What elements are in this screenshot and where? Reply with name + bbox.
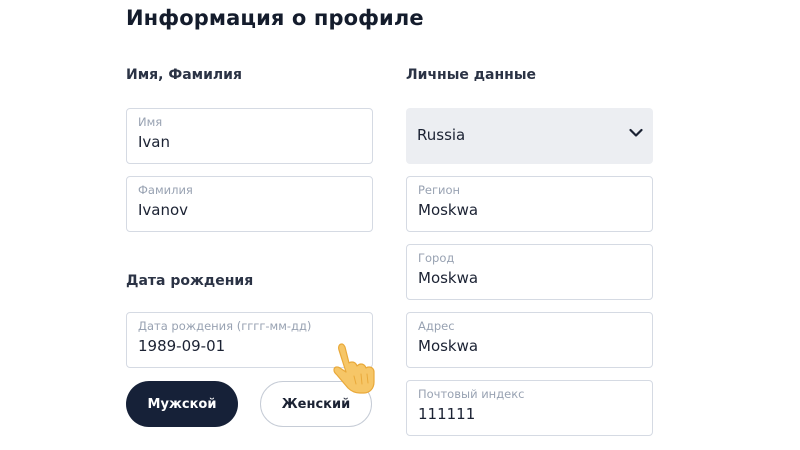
first-name-value: Ivan: [138, 133, 170, 151]
city-value: Moskwa: [418, 269, 479, 287]
city-label: Город: [418, 251, 455, 265]
address-label: Адрес: [418, 319, 455, 333]
male-button[interactable]: Мужской: [126, 381, 238, 427]
chevron-down-icon: [629, 128, 643, 137]
address-value: Moskwa: [418, 337, 479, 355]
last-name-field[interactable]: Фамилия Ivanov: [126, 176, 373, 232]
first-name-field[interactable]: Имя Ivan: [126, 108, 373, 164]
last-name-value: Ivanov: [138, 201, 189, 219]
address-field[interactable]: Адрес Moskwa: [406, 312, 653, 368]
country-select[interactable]: Russia: [406, 108, 653, 164]
country-value: Russia: [417, 126, 466, 144]
region-value: Moskwa: [418, 201, 479, 219]
postal-code-value: 111111: [418, 405, 476, 423]
postal-code-label: Почтовый индекс: [418, 387, 525, 401]
region-label: Регион: [418, 183, 461, 197]
personal-section-heading: Личные данные: [406, 67, 537, 83]
first-name-label: Имя: [138, 115, 163, 129]
hand-pointer-icon: [333, 343, 375, 394]
page-title: Информация о профиле: [126, 6, 424, 30]
birth-date-value: 1989-09-01: [138, 337, 226, 355]
name-section-heading: Имя, Фамилия: [126, 67, 242, 83]
postal-code-field[interactable]: Почтовый индекс 111111: [406, 380, 653, 436]
birth-section-heading: Дата рождения: [126, 273, 254, 289]
city-field[interactable]: Город Moskwa: [406, 244, 653, 300]
region-field[interactable]: Регион Moskwa: [406, 176, 653, 232]
birth-date-label: Дата рождения (гггг-мм-дд): [138, 319, 312, 333]
last-name-label: Фамилия: [138, 183, 193, 197]
